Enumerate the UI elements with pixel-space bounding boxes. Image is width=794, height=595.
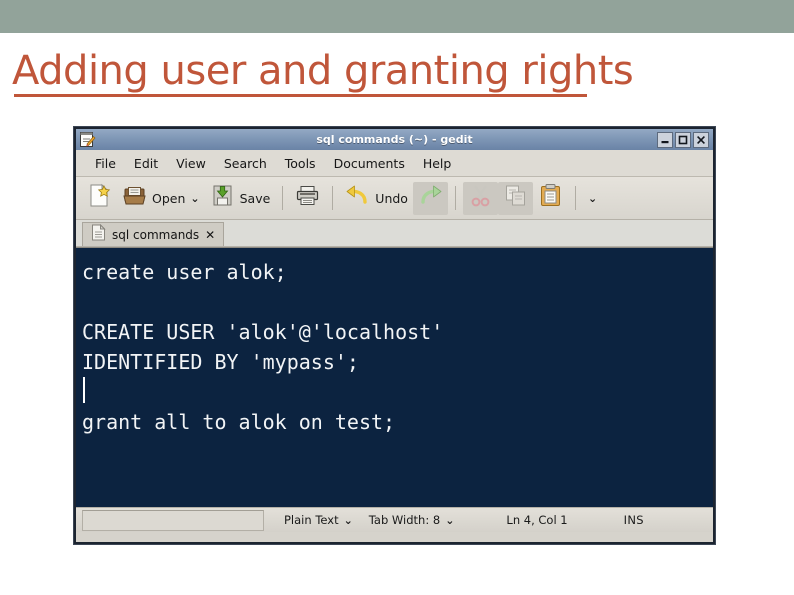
gedit-window: sql commands (~) - gedit File Edit View … (74, 127, 715, 544)
toolbar-separator (332, 186, 334, 210)
statusbar: Plain Text ⌄ Tab Width: 8 ⌄ Ln 4, Col 1 … (76, 507, 713, 532)
window-titlebar[interactable]: sql commands (~) - gedit (76, 129, 713, 150)
insert-mode-indicator: INS (623, 513, 644, 527)
minimize-button[interactable] (657, 131, 673, 148)
save-button-label: Save (239, 190, 271, 206)
code-line: create user alok; (82, 260, 287, 284)
open-folder-icon (122, 183, 147, 213)
tab-width-label: Tab Width: 8 (368, 513, 441, 527)
open-button[interactable]: Open ⌄ (117, 182, 205, 215)
paste-icon (538, 183, 563, 213)
scissors-icon (468, 183, 493, 213)
tab-label: sql commands (112, 227, 200, 242)
redo-button[interactable] (412, 181, 448, 215)
tabstrip: sql commands ✕ (76, 220, 713, 247)
close-button[interactable] (693, 131, 709, 148)
cursor-position: Ln 4, Col 1 (506, 513, 568, 527)
toolbar-overflow-button[interactable]: ⌄ (583, 182, 602, 215)
print-icon (295, 183, 320, 213)
status-message (82, 509, 264, 531)
menu-item-tools[interactable]: Tools (276, 154, 325, 173)
page-title: Adding user and granting rights (12, 48, 634, 94)
save-icon (210, 183, 235, 213)
tab-width-chevron-down-icon: ⌄ (445, 513, 455, 527)
toolbar-separator (574, 186, 576, 210)
menu-item-edit[interactable]: Edit (125, 154, 167, 173)
toolbar: Open ⌄ Save Undo ⌄ (76, 177, 713, 220)
menu-item-help[interactable]: Help (414, 154, 461, 173)
code-line: grant all to alok on test; (82, 410, 396, 434)
code-line: CREATE USER 'alok'@'localhost' (82, 320, 444, 344)
cut-button[interactable] (462, 181, 498, 215)
language-label: Plain Text (284, 513, 339, 527)
new-document-icon (87, 183, 112, 213)
document-icon (91, 223, 106, 246)
open-chevron-down-icon[interactable]: ⌄ (190, 192, 199, 205)
undo-icon (345, 183, 370, 213)
gedit-app-icon (79, 131, 96, 148)
save-button[interactable]: Save (205, 182, 276, 215)
print-button[interactable] (290, 182, 325, 215)
text-editor-area[interactable]: create user alok; CREATE USER 'alok'@'lo… (76, 247, 713, 507)
maximize-button[interactable] (675, 131, 691, 148)
language-selector[interactable]: Plain Text ⌄ (284, 511, 353, 530)
text-caret (83, 377, 85, 403)
code-line: IDENTIFIED BY 'mypass'; (82, 350, 359, 374)
tab-sql-commands[interactable]: sql commands ✕ (82, 222, 225, 246)
window-controls (657, 131, 711, 148)
copy-icon (503, 183, 528, 213)
menu-item-view[interactable]: View (167, 154, 215, 173)
paste-button[interactable] (533, 182, 568, 215)
copy-button[interactable] (497, 181, 533, 215)
menu-item-documents[interactable]: Documents (325, 154, 414, 173)
toolbar-separator (282, 186, 284, 210)
chevron-down-icon: ⌄ (587, 191, 598, 205)
page-title-underline (14, 94, 587, 97)
menu-item-search[interactable]: Search (215, 154, 276, 173)
menu-item-file[interactable]: File (86, 154, 125, 173)
open-button-label: Open (152, 190, 186, 206)
slide-top-band (0, 0, 794, 33)
undo-button[interactable]: Undo (340, 182, 413, 215)
redo-icon (418, 183, 443, 213)
toolbar-separator (454, 186, 456, 210)
undo-button-label: Undo (375, 190, 408, 206)
window-title: sql commands (~) - gedit (316, 133, 473, 146)
new-document-button[interactable] (82, 182, 117, 215)
menubar: File Edit View Search Tools Documents He… (76, 150, 713, 177)
language-chevron-down-icon: ⌄ (343, 513, 353, 527)
tab-close-icon[interactable]: ✕ (205, 229, 215, 241)
tab-width-selector[interactable]: Tab Width: 8 ⌄ (369, 511, 455, 530)
